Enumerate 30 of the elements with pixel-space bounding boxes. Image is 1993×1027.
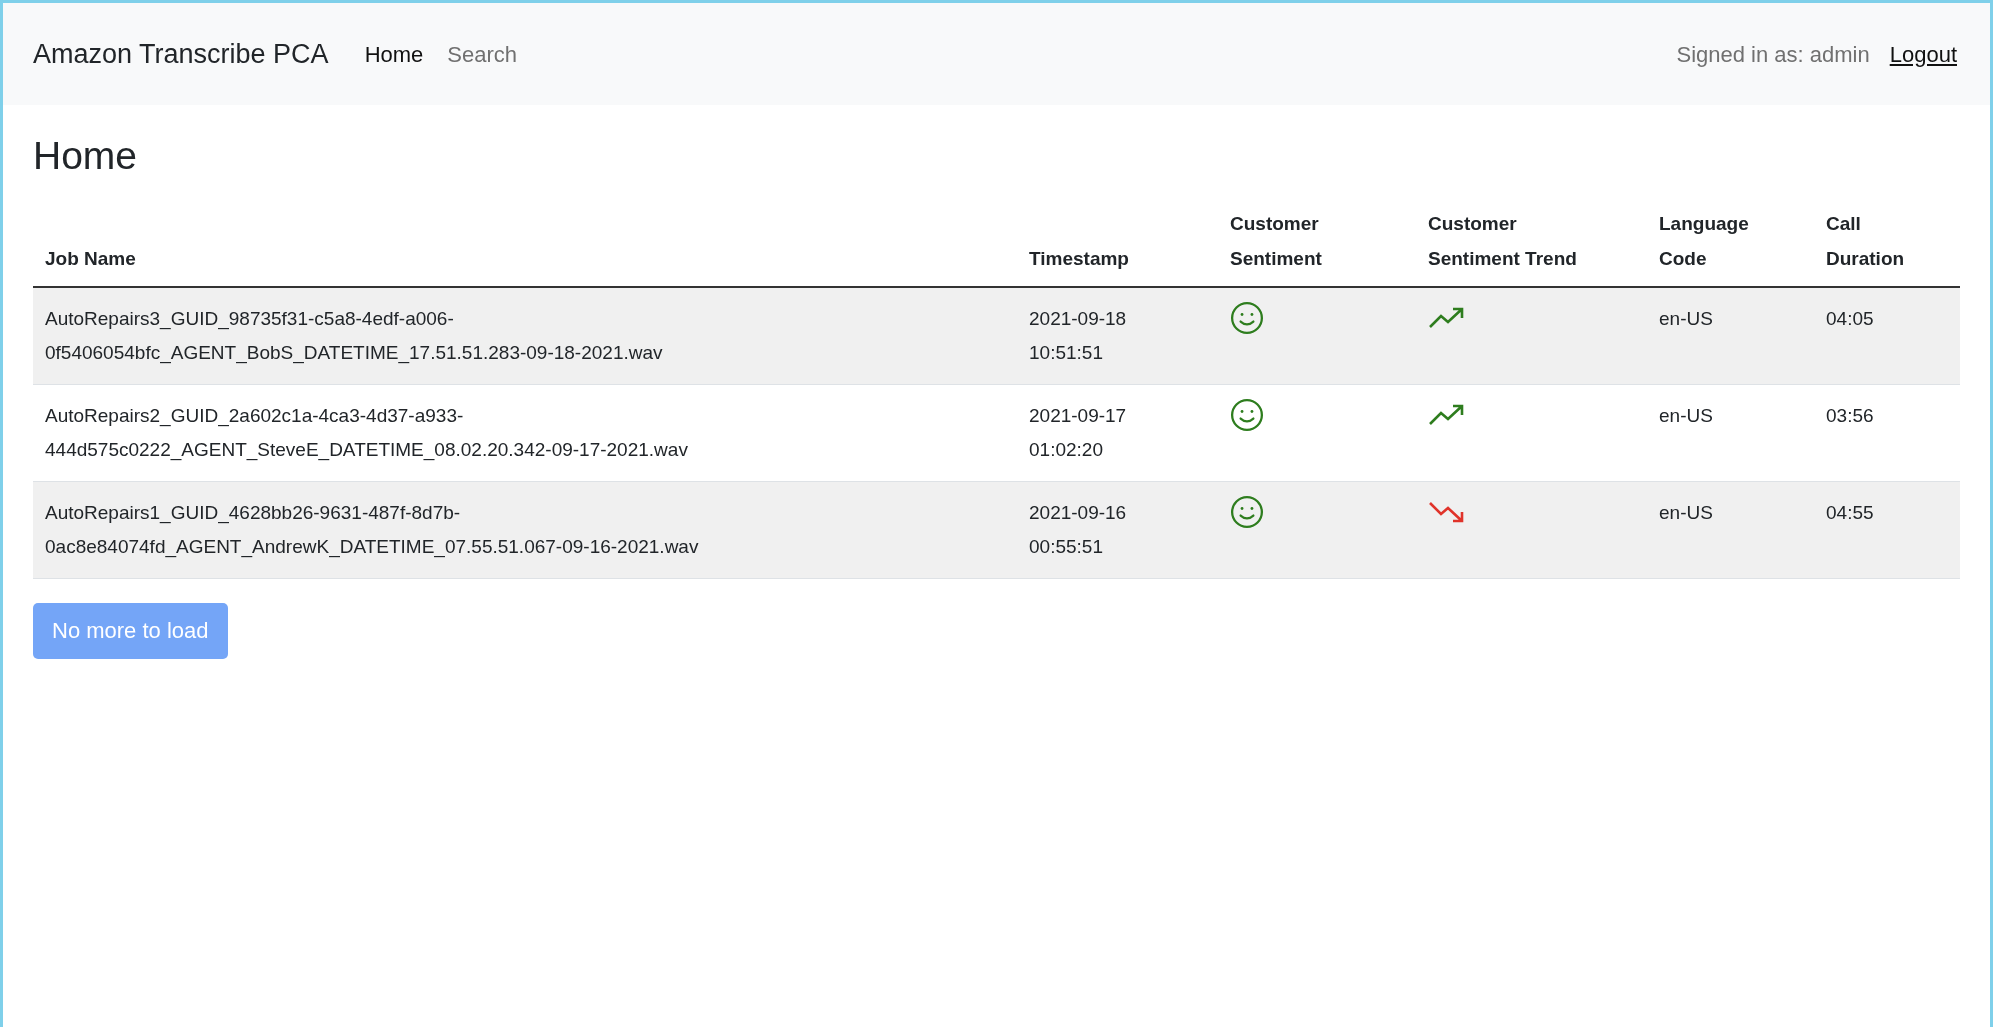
table-cell: en-US	[1659, 404, 1713, 426]
column-header: Call Duration	[1826, 212, 1905, 269]
table-cell: 04:55	[1826, 501, 1874, 523]
page-heading: Home	[33, 133, 139, 179]
column-header: Job Name	[45, 247, 136, 269]
table-cell-text: 10:51:51	[1029, 340, 1104, 365]
smiley-face-icon	[1230, 397, 1264, 432]
table-cell-text: 2021-09-18	[1029, 306, 1128, 331]
table-cell: 03:56	[1826, 404, 1874, 426]
table-cell-text: 00:55:51	[1029, 534, 1104, 559]
brand-title[interactable]: Amazon Transcribe PCA	[33, 33, 329, 75]
table-cell-text: AutoRepairs1_GUID_4628bb26-9631-487f-8d7b-0ac8e84074fd_AGENT_AndrewK_DATETIME_07.55.51.067-09-16-2021.wav	[45, 500, 700, 560]
column-header: Customer Sentiment	[1230, 212, 1322, 269]
smiley-face-icon	[1230, 300, 1264, 335]
table-cell: en-US	[1659, 501, 1713, 523]
column-header: Timestamp	[1029, 247, 1129, 269]
column-header: Language Code	[1659, 212, 1749, 269]
column-header: Customer Sentiment Trend	[1428, 212, 1577, 269]
smiley-face-icon	[1230, 494, 1264, 529]
nav-link[interactable]: Search	[447, 37, 518, 71]
logout-link[interactable]: Logout	[1889, 37, 1957, 71]
table-cell: 04:05	[1826, 307, 1874, 329]
table-cell-text: 01:02:20	[1029, 437, 1104, 462]
nav-link[interactable]: Home	[364, 37, 424, 71]
signed-in-text: Signed in as: admin	[1676, 40, 1870, 69]
table-cell-text: 2021-09-16	[1029, 500, 1128, 525]
table-cell-text: AutoRepairs2_GUID_2a602c1a-4ca3-4d37-a933-444d575c0222_AGENT_SteveE_DATETIME_08.02.20.342-09-17-2021.wav	[45, 403, 689, 463]
table-cell-text: AutoRepairs3_GUID_98735f31-c5a8-4edf-a006-0f5406054bfc_AGENT_BobS_DATETIME_17.51.51.283-09-18-2021.wav	[45, 306, 664, 366]
table-cell-text: 2021-09-17	[1029, 403, 1128, 428]
table-cell: en-US	[1659, 307, 1713, 329]
